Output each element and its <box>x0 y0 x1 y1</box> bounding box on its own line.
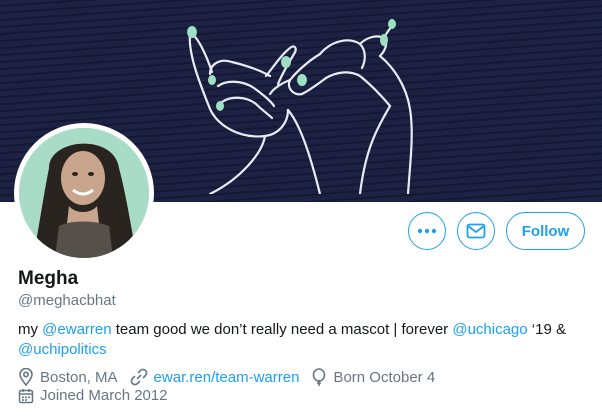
profile-name: Megha <box>18 268 79 289</box>
joined-item: Joined March 2012 <box>18 387 168 404</box>
pinky-promise-illustration <box>187 19 413 194</box>
birthday-item: Born October 4 <box>311 368 435 386</box>
location-item: Boston, MA <box>18 368 118 386</box>
bio-text: team good we don’t really need a mascot … <box>111 321 453 338</box>
location-text: Boston, MA <box>40 368 118 386</box>
more-icon <box>417 228 437 234</box>
balloon-icon <box>313 368 326 386</box>
joined-text: Joined March 2012 <box>40 387 168 404</box>
bio-mention-uchipolitics[interactable]: @uchipolitics <box>18 341 107 358</box>
bio-text: my <box>18 321 43 338</box>
profile-bio: my @ewarren team good we don’t really ne… <box>18 320 588 360</box>
bio-mention-uchicago[interactable]: @uchicago <box>452 321 527 338</box>
avatar-photo <box>19 128 149 258</box>
profile-meta: Boston, MA ewar.ren/team-warren Born Oct… <box>18 368 447 386</box>
profile-meta-joined: Joined March 2012 <box>18 387 180 404</box>
profile-handle: @meghacbhat <box>18 292 116 309</box>
envelope-icon <box>466 223 486 239</box>
avatar[interactable] <box>14 123 154 263</box>
follow-button[interactable]: Follow <box>506 212 585 250</box>
website-item: ewar.ren/team-warren <box>130 368 300 386</box>
website-link[interactable]: ewar.ren/team-warren <box>154 369 300 386</box>
more-options-button[interactable] <box>408 212 446 250</box>
calendar-icon <box>18 388 34 403</box>
link-icon <box>130 368 147 386</box>
message-button[interactable] <box>457 212 495 250</box>
bio-text: ‘19 & <box>527 321 566 338</box>
location-pin-icon <box>19 368 33 386</box>
birthday-text: Born October 4 <box>333 368 436 386</box>
bio-mention-ewarren[interactable]: @ewarren <box>42 321 111 338</box>
